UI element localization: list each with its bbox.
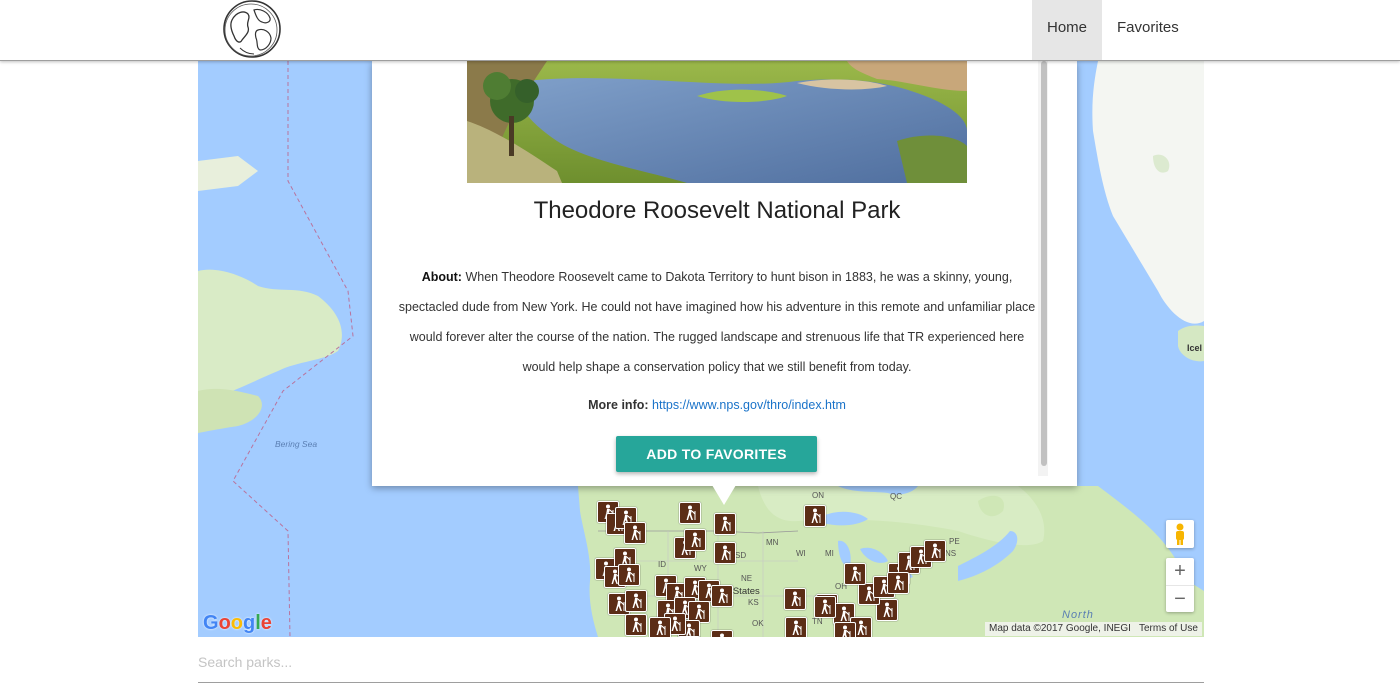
map-label-id: ID [658, 560, 666, 569]
park-marker-hiker-icon[interactable] [625, 590, 647, 612]
google-logo[interactable]: Google [203, 612, 272, 635]
park-marker-hiker-icon[interactable] [684, 529, 706, 551]
park-title: Theodore Roosevelt National Park [533, 197, 901, 224]
park-marker-hiker-icon[interactable] [649, 617, 671, 637]
park-info-window: Theodore Roosevelt National Park About: … [372, 61, 1077, 486]
park-marker-hiker-icon[interactable] [844, 563, 866, 585]
park-marker-hiker-icon[interactable] [785, 617, 807, 637]
map-label-ne: NE [741, 574, 753, 583]
map-label-pe: PE [949, 537, 960, 546]
zoom-controls: + − [1166, 558, 1194, 612]
park-marker-hiker-icon[interactable] [618, 564, 640, 586]
info-window-pointer [712, 485, 736, 505]
map-label-sd: SD [735, 551, 747, 560]
park-photo [467, 61, 967, 183]
nav-favorites[interactable]: Favorites [1102, 0, 1194, 60]
nav-menu: Home Favorites [1032, 0, 1194, 60]
terms-of-use-link[interactable]: Terms of Use [1135, 622, 1202, 636]
add-to-favorites-button[interactable]: ADD TO FAVORITES [616, 436, 817, 472]
about-text: When Theodore Roosevelt came to Dakota T… [398, 270, 1036, 374]
map-label-tn: TN [812, 617, 823, 626]
park-marker-hiker-icon[interactable] [711, 585, 733, 607]
map-label-wi: WI [796, 549, 806, 558]
search-input[interactable] [198, 642, 1204, 683]
park-marker-hiker-icon[interactable] [714, 542, 736, 564]
street-view-pegman-icon[interactable] [1166, 520, 1194, 548]
park-marker-hiker-icon[interactable] [714, 513, 736, 535]
nav-home[interactable]: Home [1032, 0, 1103, 60]
map-label-ks: KS [748, 598, 759, 607]
park-marker-hiker-icon[interactable] [814, 596, 836, 618]
globe-logo-icon[interactable] [218, 0, 286, 60]
map-data-attribution: Map data ©2017 Google, INEGI [985, 622, 1135, 636]
zoom-out-button[interactable]: − [1166, 586, 1194, 613]
about-label: About: [421, 270, 462, 284]
map-label-on: ON [812, 491, 824, 500]
more-info-row: More info: https://www.nps.gov/thro/inde… [372, 398, 1062, 412]
park-marker-hiker-icon[interactable] [678, 636, 700, 637]
map-label-mn: MN [766, 538, 779, 547]
park-marker-hiker-icon[interactable] [834, 622, 856, 637]
map-label-bering-sea: Bering Sea [275, 439, 318, 449]
map-label-north-atlantic: North [1062, 609, 1094, 621]
more-info-link[interactable]: https://www.nps.gov/thro/index.htm [652, 398, 846, 412]
park-marker-hiker-icon[interactable] [887, 572, 909, 594]
park-marker-hiker-icon[interactable] [711, 630, 733, 637]
top-navbar: Home Favorites [0, 0, 1400, 61]
map-label-qc: QC [890, 492, 902, 501]
map-label-mi: MI [825, 549, 834, 558]
map-label-iceland: Icel [1187, 343, 1203, 353]
park-marker-hiker-icon[interactable] [624, 522, 646, 544]
map-label-ok: OK [752, 619, 764, 628]
zoom-in-button[interactable]: + [1166, 558, 1194, 586]
more-info-label: More info: [588, 398, 649, 412]
map-label-ns: NS [945, 549, 957, 558]
park-marker-hiker-icon[interactable] [679, 502, 701, 524]
park-marker-hiker-icon[interactable] [625, 614, 647, 636]
park-description: About: When Theodore Roosevelt came to D… [394, 262, 1040, 382]
map-label-wy: WY [694, 564, 707, 573]
park-marker-hiker-icon[interactable] [804, 505, 826, 527]
park-marker-hiker-icon[interactable] [784, 588, 806, 610]
park-marker-hiker-icon[interactable] [924, 540, 946, 562]
